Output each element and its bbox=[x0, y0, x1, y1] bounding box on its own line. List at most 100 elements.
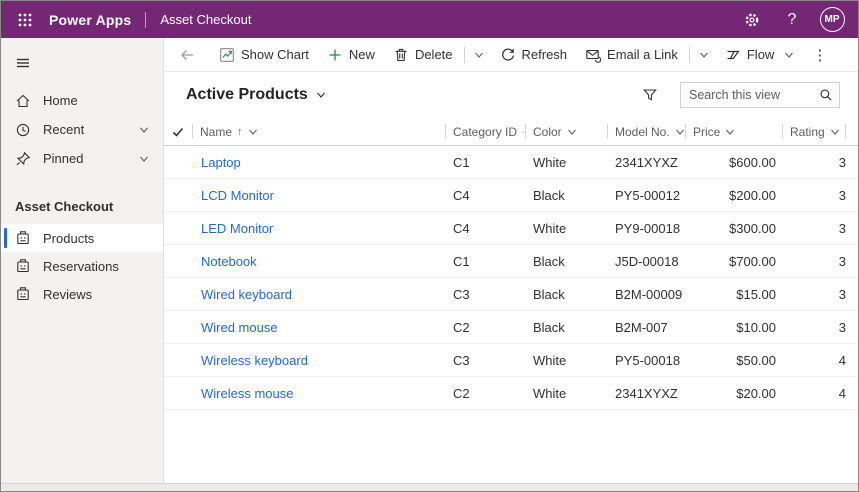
chevron-down-icon bbox=[675, 129, 684, 135]
row-checkbox[interactable] bbox=[164, 146, 192, 178]
email-overflow-chevron[interactable] bbox=[692, 41, 716, 69]
sidebar-item-label: Recent bbox=[43, 122, 85, 137]
sidebar-item-home[interactable]: Home bbox=[1, 86, 163, 115]
funnel-icon bbox=[643, 89, 657, 101]
cell-color: Black bbox=[533, 286, 565, 302]
row-checkbox[interactable] bbox=[164, 245, 192, 277]
cell-rating: 3 bbox=[838, 220, 846, 236]
titlebar-divider bbox=[145, 11, 147, 28]
account-button[interactable]: MP bbox=[816, 4, 848, 36]
table-row[interactable]: Notebook C1 Black J5D-00018 $700.00 3 bbox=[164, 245, 858, 278]
cell-name[interactable]: Notebook bbox=[192, 254, 445, 269]
row-checkbox[interactable] bbox=[164, 278, 192, 310]
column-header-model-no[interactable]: Model No. bbox=[607, 118, 685, 145]
trash-icon bbox=[395, 48, 407, 61]
app-context-title[interactable]: Asset Checkout bbox=[160, 12, 251, 27]
more-commands-button[interactable]: ⋮ bbox=[803, 41, 837, 69]
table-row[interactable]: LED Monitor C4 White PY9-00018 $300.00 3 bbox=[164, 212, 858, 245]
sitemap-toggle-button[interactable] bbox=[1, 46, 163, 80]
column-header-color[interactable]: Color bbox=[525, 118, 607, 145]
cell-name[interactable]: Wireless mouse bbox=[192, 386, 445, 401]
email-link-icon bbox=[586, 49, 602, 63]
column-header-name[interactable]: Name ↑ bbox=[192, 118, 445, 145]
clock-icon bbox=[16, 123, 30, 136]
cell-name[interactable]: Wireless keyboard bbox=[192, 353, 445, 368]
sidebar-item-recent[interactable]: Recent bbox=[1, 115, 163, 144]
cell-category-id: C3 bbox=[453, 286, 470, 302]
table-row[interactable]: Wireless mouse C2 White 2341XYXZ $20.00 … bbox=[164, 377, 858, 410]
cell-color: Black bbox=[533, 187, 565, 203]
refresh-icon bbox=[501, 48, 514, 61]
settings-button[interactable] bbox=[736, 4, 768, 36]
column-label: Rating bbox=[790, 124, 825, 139]
cell-name[interactable]: LED Monitor bbox=[192, 221, 445, 236]
cell-price: $200.00 bbox=[729, 187, 776, 203]
cell-name[interactable]: Wired keyboard bbox=[192, 287, 445, 302]
sidebar-item-label: Products bbox=[43, 230, 95, 246]
table-row[interactable]: Wireless keyboard C3 White PY5-00018 $50… bbox=[164, 344, 858, 377]
cell-rating: 3 bbox=[838, 253, 846, 269]
search-input[interactable] bbox=[689, 88, 819, 102]
chevron-down-icon[interactable] bbox=[139, 125, 149, 135]
back-button[interactable] bbox=[172, 47, 202, 63]
command-bar: Show Chart New Delete Refresh Email a Li… bbox=[164, 38, 858, 72]
delete-button[interactable]: Delete bbox=[384, 41, 462, 69]
flow-label: Flow bbox=[746, 47, 775, 62]
cell-name[interactable]: Laptop bbox=[192, 155, 445, 170]
refresh-label: Refresh bbox=[521, 47, 568, 62]
sidebar-item-products[interactable]: Products bbox=[1, 224, 163, 252]
chevron-down-icon[interactable] bbox=[139, 154, 149, 164]
row-checkbox[interactable] bbox=[164, 377, 192, 409]
table-row[interactable]: Laptop C1 White 2341XYXZ $600.00 3 bbox=[164, 146, 858, 179]
flow-button[interactable]: Flow bbox=[716, 41, 803, 69]
cell-name[interactable]: LCD Monitor bbox=[192, 188, 445, 203]
cell-category-id: C1 bbox=[453, 154, 470, 170]
column-header-category-id[interactable]: Category ID bbox=[445, 118, 525, 145]
view-header: Active Products bbox=[164, 72, 858, 118]
chevron-down-icon bbox=[248, 129, 257, 135]
sidebar-item-reviews[interactable]: Reviews bbox=[1, 280, 163, 308]
cell-price: $20.00 bbox=[736, 385, 776, 401]
titlebar: Power Apps Asset Checkout ? MP bbox=[1, 1, 858, 38]
sidebar-section-title: Asset Checkout bbox=[15, 199, 114, 214]
column-header-price[interactable]: Price bbox=[685, 118, 782, 145]
row-checkbox[interactable] bbox=[164, 212, 192, 244]
product-icon bbox=[17, 231, 29, 245]
cell-model-no: B2M-00009 bbox=[615, 286, 683, 302]
home-icon bbox=[16, 94, 30, 107]
column-header-rating[interactable]: Rating bbox=[782, 118, 858, 145]
cell-category-id: C4 bbox=[453, 187, 470, 203]
table-row[interactable]: Wired keyboard C3 Black B2M-00009 $15.00… bbox=[164, 278, 858, 311]
cell-category-id: C2 bbox=[453, 319, 470, 335]
app-name[interactable]: Power Apps bbox=[49, 12, 131, 28]
cell-rating: 3 bbox=[838, 187, 846, 203]
cell-name[interactable]: Wired mouse bbox=[192, 320, 445, 335]
table-row[interactable]: Wired mouse C2 Black B2M-007 $10.00 3 bbox=[164, 311, 858, 344]
row-checkbox[interactable] bbox=[164, 344, 192, 376]
cell-rating: 3 bbox=[838, 319, 846, 335]
refresh-button[interactable]: Refresh bbox=[491, 41, 577, 69]
hamburger-icon bbox=[17, 58, 29, 68]
sidebar-item-label: Reservations bbox=[43, 258, 119, 274]
product-icon bbox=[17, 259, 29, 273]
help-button[interactable]: ? bbox=[776, 4, 808, 36]
column-label: Price bbox=[693, 124, 721, 139]
column-label: Name bbox=[200, 124, 233, 139]
sidebar-item-pinned[interactable]: Pinned bbox=[1, 144, 163, 173]
table-row[interactable]: LCD Monitor C4 Black PY5-00012 $200.00 3 bbox=[164, 179, 858, 212]
cell-price: $50.00 bbox=[736, 352, 776, 368]
row-checkbox[interactable] bbox=[164, 311, 192, 343]
delete-overflow-chevron[interactable] bbox=[467, 41, 491, 69]
new-label: New bbox=[348, 47, 375, 62]
horizontal-scrollbar[interactable] bbox=[1, 483, 858, 491]
new-button[interactable]: New bbox=[318, 41, 384, 69]
show-chart-button[interactable]: Show Chart bbox=[210, 41, 318, 69]
email-link-button[interactable]: Email a Link bbox=[576, 41, 687, 69]
view-selector[interactable]: Active Products bbox=[186, 86, 326, 104]
select-all-checkbox[interactable] bbox=[164, 118, 192, 145]
row-checkbox[interactable] bbox=[164, 179, 192, 211]
filter-button[interactable] bbox=[636, 81, 664, 109]
search-icon[interactable] bbox=[819, 88, 833, 102]
waffle-menu-button[interactable] bbox=[9, 4, 41, 36]
sidebar-item-reservations[interactable]: Reservations bbox=[1, 252, 163, 280]
